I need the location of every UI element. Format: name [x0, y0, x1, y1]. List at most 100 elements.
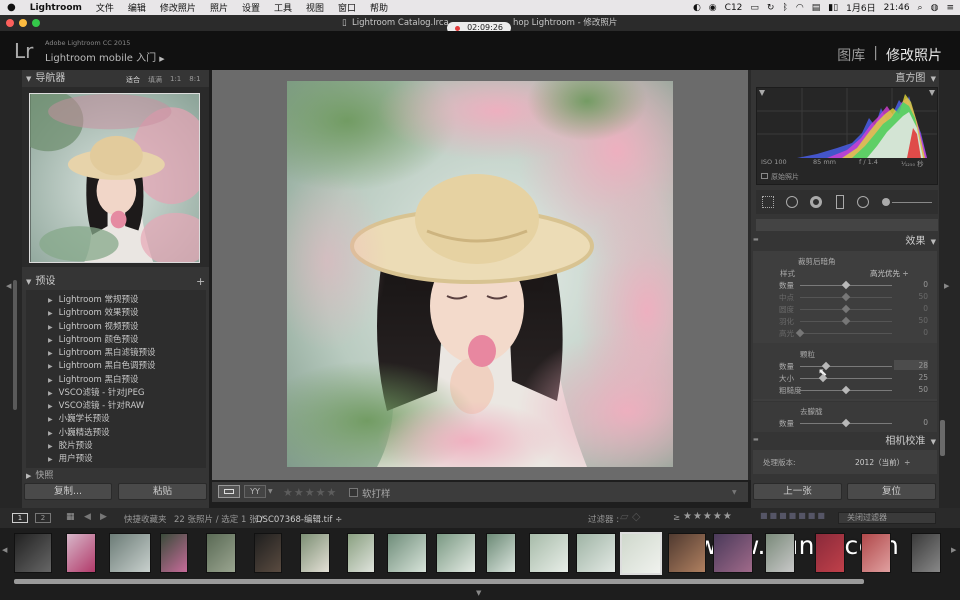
menu-settings[interactable]: 设置: [235, 1, 267, 14]
menubar-time[interactable]: 21:46: [884, 3, 910, 13]
vignette-value[interactable]: 0: [898, 280, 928, 289]
rating-stars[interactable]: ★★★★★: [283, 486, 337, 499]
filmstrip-thumbnail[interactable]: [576, 533, 616, 573]
presets-header[interactable]: ▼ 预设: [26, 275, 206, 289]
filmstrip-thumbnail[interactable]: [387, 533, 427, 573]
grain-value[interactable]: 50: [898, 385, 928, 394]
grain-slider[interactable]: [800, 366, 892, 367]
apple-menu-icon[interactable]: ●: [0, 2, 23, 13]
mobile-intro-link[interactable]: Lightroom mobile 入门 ▶: [45, 49, 165, 64]
preset-folder[interactable]: ▶ 小巍学长预设: [48, 412, 110, 424]
close-window-icon[interactable]: [6, 19, 14, 27]
menu-help[interactable]: 帮助: [363, 1, 395, 14]
histogram-header[interactable]: 直方图 ▼: [860, 72, 936, 86]
snapshots-header-partial[interactable]: ▶ 快照: [26, 469, 206, 479]
grain-value[interactable]: 28: [898, 361, 928, 370]
zoom-window-icon[interactable]: [32, 19, 40, 27]
collapse-left-icon[interactable]: ◀: [6, 282, 11, 290]
sync-icon[interactable]: ↻: [767, 3, 775, 13]
preset-folder[interactable]: ▶ Lightroom 效果预设: [48, 306, 139, 318]
crop-tool-icon[interactable]: [762, 196, 774, 208]
filmstrip-thumbnail[interactable]: [713, 533, 753, 573]
filmstrip-thumbnail[interactable]: [529, 533, 569, 573]
preset-folder[interactable]: ▶ VSCO滤镜 - 针对RAW: [48, 399, 144, 411]
add-preset-icon[interactable]: +: [196, 275, 205, 288]
brush-size-track[interactable]: [892, 202, 932, 203]
filmstrip-thumbnail[interactable]: [109, 533, 151, 573]
zoom-fit[interactable]: 适合: [126, 75, 140, 85]
app-menu[interactable]: Lightroom: [23, 3, 89, 13]
zoom-fill[interactable]: 填满: [148, 75, 162, 85]
filmstrip-thumbnail[interactable]: [486, 533, 516, 573]
navigator-preview[interactable]: [29, 93, 200, 263]
siri-icon[interactable]: ◍: [931, 3, 939, 13]
filmstrip-scrollbar[interactable]: [14, 579, 864, 584]
secondary-window-button[interactable]: 2: [35, 513, 51, 523]
menu-edit[interactable]: 编辑: [121, 1, 153, 14]
filmstrip-thumbnail[interactable]: [347, 533, 375, 573]
module-develop[interactable]: 修改照片: [886, 45, 942, 65]
filmstrip-scroll-left-icon[interactable]: ◀: [2, 546, 7, 554]
filmstrip-thumbnail[interactable]: [300, 533, 330, 573]
filename-select[interactable]: DSC07368-编辑.tif ÷: [256, 513, 342, 525]
preset-folder[interactable]: ▶ Lightroom 常规预设: [48, 293, 139, 305]
source-label[interactable]: 快捷收藏夹: [124, 513, 167, 525]
filmstrip-thumbnail[interactable]: [436, 533, 476, 573]
paste-settings-button[interactable]: 粘贴: [118, 483, 207, 500]
before-after-button[interactable]: YY: [244, 485, 266, 498]
menu-photo[interactable]: 照片: [203, 1, 235, 14]
battery-icon[interactable]: ▮▯: [828, 3, 838, 13]
vignette-slider[interactable]: [800, 333, 892, 334]
grid-view-icon[interactable]: ▦: [66, 512, 75, 522]
grain-slider[interactable]: [800, 378, 892, 379]
preset-folder[interactable]: ▶ Lightroom 黑白预设: [48, 373, 139, 385]
preset-folder[interactable]: ▶ Lightroom 黑白滤镜预设: [48, 346, 156, 358]
zoom-8-1[interactable]: 8:1: [189, 75, 200, 85]
color-label-filter[interactable]: ■■■■■■■: [760, 511, 827, 520]
status-c12[interactable]: C12: [725, 3, 743, 13]
preset-folder[interactable]: ▶ Lightroom 颜色预设: [48, 333, 139, 345]
filmstrip-thumbnail[interactable]: [765, 533, 795, 573]
calibration-drag-handle[interactable]: ▬: [753, 436, 759, 443]
filter-preset-select[interactable]: 关闭过滤器: [838, 512, 936, 524]
adjustment-brush-icon[interactable]: [882, 198, 890, 206]
graduated-filter-icon[interactable]: [836, 195, 844, 209]
spot-removal-icon[interactable]: [786, 196, 798, 208]
bluetooth-icon[interactable]: ᛒ: [782, 3, 787, 13]
vignette-value[interactable]: 50: [898, 316, 928, 325]
preset-folder[interactable]: ▶ 用户预设: [48, 452, 93, 464]
forward-icon[interactable]: ▶: [100, 512, 107, 522]
rating-operator[interactable]: ≥: [673, 513, 680, 523]
preset-folder[interactable]: ▶ VSCO滤镜 - 针对JPEG: [48, 386, 145, 398]
primary-window-button[interactable]: 1: [12, 513, 28, 523]
filmstrip-collapse-icon[interactable]: ▼: [476, 589, 481, 597]
filmstrip-thumbnail[interactable]: [861, 533, 891, 573]
right-panel-scrollbar[interactable]: [940, 420, 945, 456]
flag-icon[interactable]: ▤: [812, 3, 821, 13]
effects-drag-handle[interactable]: ▬: [753, 236, 759, 243]
wifi-icon[interactable]: ◠: [796, 3, 804, 13]
process-version-select[interactable]: 2012（当前）÷: [855, 457, 910, 468]
filmstrip-thumbnail[interactable]: [620, 532, 662, 575]
spotlight-icon[interactable]: ⌕: [918, 3, 923, 13]
reset-button[interactable]: 复位: [847, 483, 936, 500]
rating-filter-stars[interactable]: ★★★★★: [683, 511, 733, 522]
display-icon[interactable]: ▭: [750, 3, 759, 13]
menu-tools[interactable]: 工具: [267, 1, 299, 14]
loupe-view-button[interactable]: [218, 485, 240, 498]
main-photo[interactable]: [287, 81, 673, 467]
menu-window[interactable]: 窗口: [331, 1, 363, 14]
filmstrip-thumbnail[interactable]: [254, 533, 282, 573]
status-icon-1[interactable]: ◐: [693, 3, 701, 13]
soft-proof-checkbox[interactable]: [349, 488, 358, 497]
menubar-date[interactable]: 1月6日: [846, 1, 875, 14]
filmstrip-thumbnail[interactable]: [206, 533, 236, 573]
grain-value[interactable]: 25: [898, 373, 928, 382]
histogram[interactable]: ISO 100 85 mm f / 1.4 ¹⁄₁₂₅₀ 秒 原始照片: [756, 87, 938, 185]
vignette-value[interactable]: 0: [898, 304, 928, 313]
wechat-icon[interactable]: ◉: [709, 3, 717, 13]
collapse-right-icon[interactable]: ▶: [944, 282, 949, 290]
preset-folder[interactable]: ▶ Lightroom 黑白色调预设: [48, 359, 156, 371]
effects-header[interactable]: 效果 ▼: [860, 235, 936, 249]
module-library[interactable]: 图库: [837, 45, 865, 65]
